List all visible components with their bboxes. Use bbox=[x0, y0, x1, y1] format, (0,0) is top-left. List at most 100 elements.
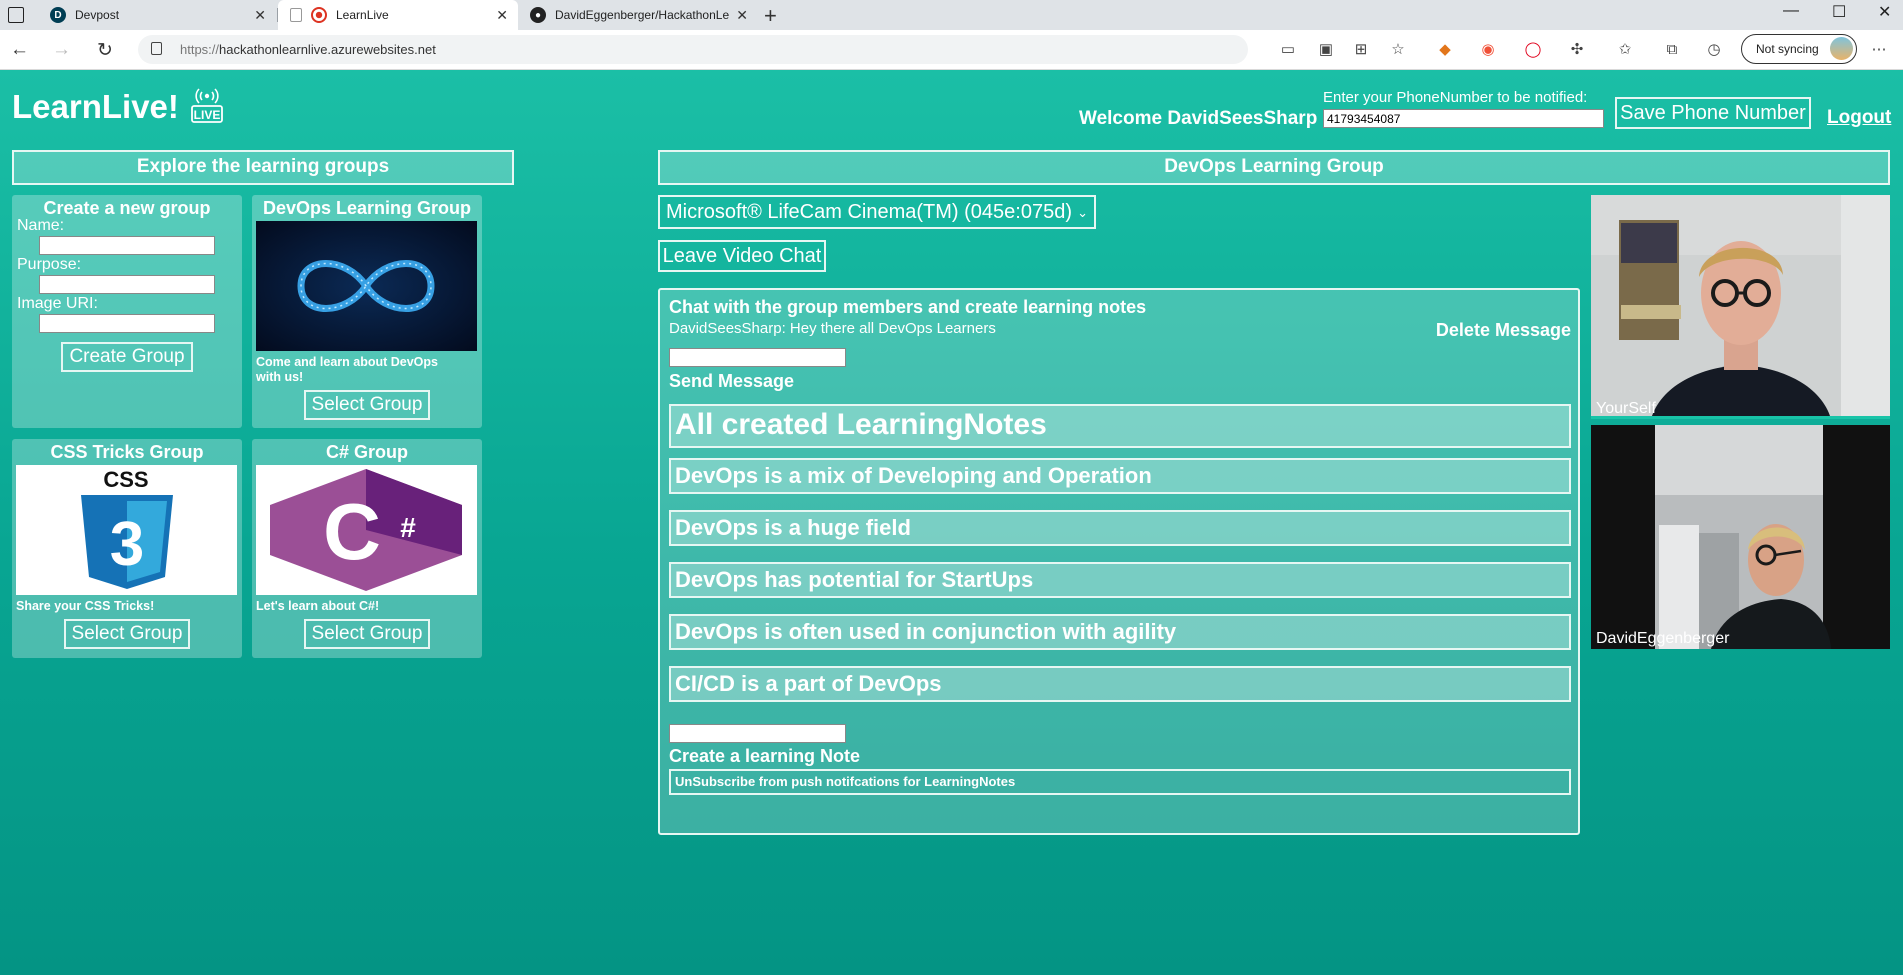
group-card-devops: DevOps Learning Group Come and learn abo… bbox=[252, 195, 482, 428]
create-group-button[interactable]: Create Group bbox=[61, 342, 193, 372]
group-card-csharp: C# Group C # Let's learn about C#! Selec… bbox=[252, 439, 482, 658]
tab-title: Devpost bbox=[75, 8, 120, 22]
github-icon: ● bbox=[530, 7, 546, 23]
favorite-add-icon[interactable]: ☆ bbox=[1388, 40, 1408, 60]
favorites-icon[interactable]: ✩ bbox=[1615, 40, 1635, 60]
video-label: DavidEggenberger bbox=[1596, 630, 1730, 647]
chevron-down-icon: ⌄ bbox=[1077, 205, 1088, 220]
select-group-button[interactable]: Select Group bbox=[304, 390, 430, 420]
history-icon[interactable]: ◷ bbox=[1704, 40, 1724, 60]
save-phone-button[interactable]: Save Phone Number bbox=[1615, 97, 1811, 129]
url-bar[interactable]: https://hackathonlearnlive.azurewebsites… bbox=[138, 35, 1248, 64]
card-title: C# Group bbox=[325, 442, 408, 462]
lock-icon[interactable] bbox=[151, 42, 162, 55]
unsubscribe-notes-button[interactable]: UnSubscribe from push notifcations for L… bbox=[669, 769, 1571, 795]
svg-text:LIVE: LIVE bbox=[194, 108, 221, 122]
more-menu-icon[interactable]: ⋯ bbox=[1869, 40, 1889, 60]
delete-message-button[interactable]: Delete Message bbox=[1436, 320, 1571, 341]
minimize-button[interactable]: — bbox=[1783, 2, 1799, 20]
video-frame-remote bbox=[1591, 425, 1890, 649]
learning-note: DevOps is often used in conjunction with… bbox=[669, 614, 1571, 650]
video-label: YourSelf bbox=[1596, 400, 1656, 417]
leave-video-chat-button[interactable]: Leave Video Chat bbox=[658, 240, 826, 272]
back-button[interactable]: ← bbox=[10, 39, 29, 61]
extensions-icon[interactable]: ✣ bbox=[1567, 40, 1587, 60]
learning-notes-header: All created LearningNotes bbox=[669, 404, 1571, 448]
card-description: Let's learn about C#! bbox=[256, 599, 380, 613]
live-icon: LIVE bbox=[191, 88, 223, 123]
group-name-input[interactable] bbox=[39, 236, 215, 255]
explore-groups-header: Explore the learning groups bbox=[12, 150, 514, 185]
devpost-favicon-icon: D bbox=[50, 7, 66, 23]
collections-icon[interactable]: ⧉ bbox=[1662, 40, 1682, 60]
swift-icon[interactable]: ◉ bbox=[1478, 40, 1498, 60]
tab-title: DavidEggenberger/HackathonLe bbox=[555, 8, 730, 22]
video-self: YourSelf bbox=[1591, 195, 1890, 419]
card-description: Come and learn about DevOps with us! bbox=[256, 355, 438, 384]
learning-note: CI/CD is a part of DevOps bbox=[669, 666, 1571, 702]
new-tab-button[interactable]: + bbox=[764, 3, 777, 29]
card-description: Share your CSS Tricks! bbox=[16, 599, 155, 613]
select-group-button[interactable]: Select Group bbox=[304, 619, 430, 649]
profile-sync-button[interactable]: Not syncing bbox=[1741, 34, 1857, 64]
close-window-button[interactable]: ✕ bbox=[1878, 2, 1891, 22]
close-icon[interactable]: ✕ bbox=[736, 7, 748, 24]
card-title: Create a new group bbox=[43, 198, 211, 218]
purpose-label: Purpose: bbox=[17, 256, 82, 273]
group-card-css: CSS Tricks Group CSS 3 Share your CSS Tr… bbox=[12, 439, 242, 658]
close-icon[interactable]: ✕ bbox=[496, 7, 508, 24]
message-input[interactable] bbox=[669, 348, 846, 367]
phone-number-input[interactable] bbox=[1323, 109, 1604, 128]
tab-github[interactable]: ● DavidEggenberger/HackathonLe ✕ bbox=[518, 0, 758, 30]
address-bar-row: ← → ↻ https://hackathonlearnlive.azurewe… bbox=[0, 30, 1903, 70]
page: LearnLive! LIVE Welcome DavidSeesSharp E… bbox=[0, 70, 1903, 975]
image-uri-label: Image URI: bbox=[17, 295, 98, 312]
logout-link[interactable]: Logout bbox=[1827, 107, 1891, 129]
css3-logo-image: CSS 3 bbox=[16, 465, 237, 595]
svg-text:3: 3 bbox=[110, 510, 144, 579]
select-group-button[interactable]: Select Group bbox=[64, 619, 190, 649]
tab-actions-icon[interactable] bbox=[8, 7, 24, 23]
group-purpose-input[interactable] bbox=[39, 275, 215, 294]
close-icon[interactable]: ✕ bbox=[254, 7, 266, 24]
browser-tab-bar: D Devpost ✕ LearnLive ✕ ● DavidEggenberg… bbox=[0, 0, 1903, 30]
tab-title: LearnLive bbox=[336, 8, 389, 22]
video-frame-self bbox=[1591, 195, 1890, 419]
camera-select[interactable]: Microsoft® LifeCam Cinema(TM) (045e:075d… bbox=[658, 195, 1096, 229]
card-title: CSS Tricks Group bbox=[50, 442, 204, 462]
maximize-button[interactable]: ☐ bbox=[1832, 2, 1846, 22]
metamask-icon[interactable]: ◆ bbox=[1435, 40, 1455, 60]
page-icon bbox=[290, 8, 302, 22]
create-note-button[interactable]: Create a learning Note bbox=[669, 746, 860, 767]
card-title: DevOps Learning Group bbox=[262, 198, 472, 218]
reload-button[interactable]: ↻ bbox=[97, 39, 113, 62]
image-uri-input[interactable] bbox=[39, 314, 215, 333]
grid-icon[interactable]: ⊞ bbox=[1351, 40, 1371, 60]
csharp-logo-image: C # bbox=[256, 465, 477, 595]
tab-learnlive[interactable]: LearnLive ✕ bbox=[278, 0, 518, 30]
devops-infinity-image bbox=[256, 221, 477, 351]
learning-note: DevOps is a huge field bbox=[669, 510, 1571, 546]
camera-icon[interactable]: ▭ bbox=[1278, 40, 1298, 60]
phone-label: Enter your PhoneNumber to be notified: bbox=[1323, 89, 1588, 106]
tab-devpost[interactable]: D Devpost ✕ bbox=[38, 0, 276, 30]
name-label: Name: bbox=[17, 217, 65, 234]
group-title-header: DevOps Learning Group bbox=[658, 150, 1890, 185]
app-available-icon[interactable]: ▣ bbox=[1316, 40, 1336, 60]
learning-note: DevOps is a mix of Developing and Operat… bbox=[669, 458, 1571, 494]
chat-panel: Chat with the group members and create l… bbox=[658, 288, 1580, 835]
url-text: https://hackathonlearnlive.azurewebsites… bbox=[180, 42, 436, 57]
learning-note: DevOps has potential for StartUps bbox=[669, 562, 1571, 598]
svg-text:C: C bbox=[323, 487, 381, 576]
video-remote: DavidEggenberger bbox=[1591, 425, 1890, 649]
send-message-button[interactable]: Send Message bbox=[669, 371, 794, 392]
opera-icon[interactable]: ◯ bbox=[1523, 40, 1543, 60]
chat-message: DavidSeesSharp: Hey there all DevOps Lea… bbox=[669, 320, 996, 337]
svg-text:#: # bbox=[400, 512, 416, 543]
app-logo: LearnLive! bbox=[12, 88, 179, 125]
welcome-text: Welcome DavidSeesSharp bbox=[1079, 108, 1318, 129]
learning-note-input[interactable] bbox=[669, 724, 846, 743]
avatar bbox=[1830, 37, 1853, 60]
create-group-card: Create a new group Name: Purpose: Image … bbox=[12, 195, 242, 428]
forward-button[interactable]: → bbox=[52, 39, 71, 61]
